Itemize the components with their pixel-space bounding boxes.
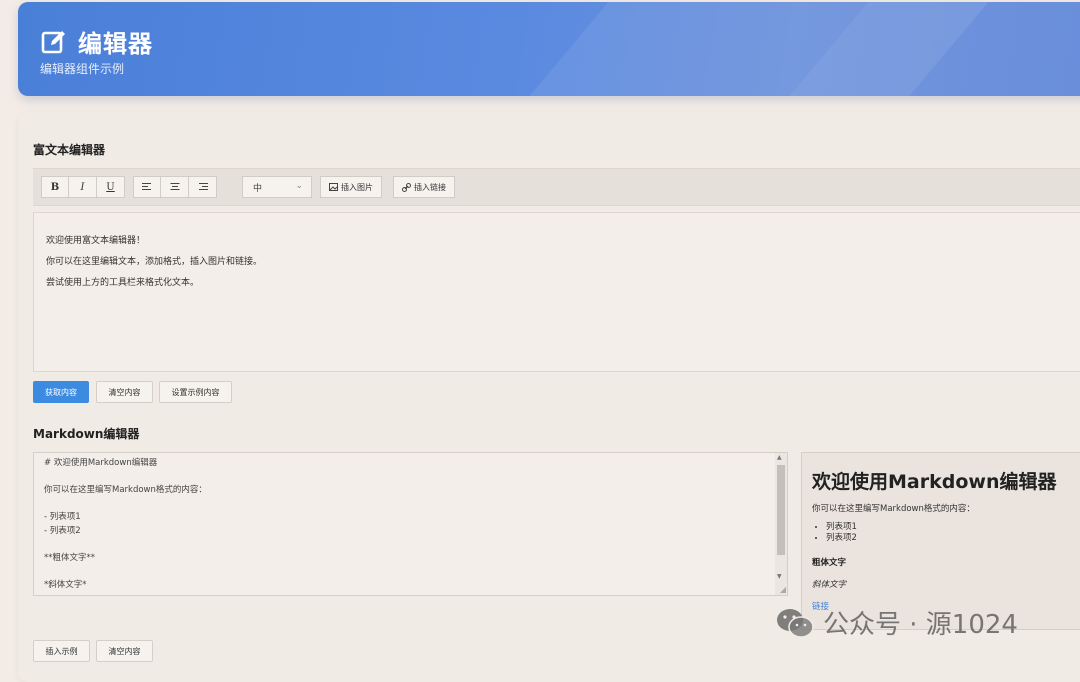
insert-sample-button[interactable]: 插入示例: [33, 640, 90, 662]
chevron-down-icon: ⌄: [295, 181, 303, 191]
markdown-source-textarea[interactable]: # 欢迎使用Markdown编辑器 你可以在这里编写Markdown格式的内容：…: [33, 452, 788, 596]
align-left-button[interactable]: [133, 176, 161, 198]
rich-editor-title: 富文本编辑器: [33, 143, 106, 157]
watermark: 公众号 · 源1024: [775, 604, 1018, 641]
font-size-value: 中: [253, 183, 263, 194]
italic-button[interactable]: I: [69, 176, 97, 198]
content-line: 欢迎使用富文本编辑器！: [46, 236, 146, 246]
rich-editor-toolbar: B I U 中 ⌄ 插入图片 插入链接: [33, 168, 1080, 206]
preview-list: 列表项1 列表项2: [812, 522, 1080, 544]
align-center-button[interactable]: [161, 176, 189, 198]
header-title-row: 编辑器: [40, 24, 153, 59]
markdown-clear-button[interactable]: 清空内容: [96, 640, 153, 662]
rich-text-content-area[interactable]: 欢迎使用富文本编辑器！ 你可以在这里编辑文本，添加格式，插入图片和链接。 尝试使…: [33, 212, 1080, 372]
scroll-down-icon[interactable]: ▼: [777, 573, 782, 580]
align-left-icon: [142, 182, 151, 190]
list-item: 列表项1: [826, 522, 1080, 533]
insert-link-button[interactable]: 插入链接: [393, 176, 455, 198]
page-title: 编辑器: [78, 30, 153, 58]
scroll-up-icon[interactable]: ▲: [777, 454, 782, 461]
insert-image-button[interactable]: 插入图片: [320, 176, 382, 198]
insert-link-label: 插入链接: [414, 182, 446, 192]
page-subtitle: 编辑器组件示例: [40, 62, 125, 76]
image-icon: [329, 183, 338, 191]
markdown-editor-title: Markdown编辑器: [33, 427, 140, 441]
wechat-icon: [777, 608, 814, 638]
format-button-group: B I U: [41, 176, 125, 198]
align-button-group: [133, 176, 217, 198]
content-line: 你可以在这里编辑文本，添加格式，插入图片和链接。: [46, 257, 263, 267]
preview-paragraph: 你可以在这里编写Markdown格式的内容：: [812, 504, 975, 514]
set-sample-button[interactable]: 设置示例内容: [159, 381, 232, 403]
preview-bold-text: 粗体文字: [812, 558, 847, 568]
underline-button[interactable]: U: [97, 176, 125, 198]
align-right-button[interactable]: [189, 176, 217, 198]
preview-heading: 欢迎使用Markdown编辑器: [812, 471, 1057, 493]
page-header: 编辑器 编辑器组件示例: [18, 2, 1080, 96]
align-center-icon: [170, 182, 179, 190]
scroll-thumb[interactable]: [777, 465, 785, 555]
link-icon: [402, 182, 411, 192]
insert-image-label: 插入图片: [341, 182, 373, 192]
edit-icon: [41, 30, 65, 53]
watermark-text: 公众号 · 源1024: [823, 610, 1018, 640]
preview-italic-text: 斜体文字: [812, 580, 847, 590]
bold-button[interactable]: B: [41, 176, 69, 198]
resize-handle-icon[interactable]: ◢: [780, 585, 786, 594]
scrollbar[interactable]: ▲ ▼: [775, 453, 787, 595]
font-size-select[interactable]: 中 ⌄: [242, 176, 312, 198]
clear-content-button[interactable]: 清空内容: [96, 381, 153, 403]
list-item: 列表项2: [826, 533, 1080, 544]
get-content-button[interactable]: 获取内容: [33, 381, 89, 403]
align-right-icon: [198, 182, 208, 190]
content-line: 尝试使用上方的工具栏来格式化文本。: [46, 278, 200, 288]
markdown-source-text: # 欢迎使用Markdown编辑器 你可以在这里编写Markdown格式的内容：…: [44, 458, 207, 590]
editor-card: 富文本编辑器 B I U 中 ⌄ 插入图片 插入链接 欢迎使用富文本编辑器！ 你…: [18, 112, 1080, 682]
